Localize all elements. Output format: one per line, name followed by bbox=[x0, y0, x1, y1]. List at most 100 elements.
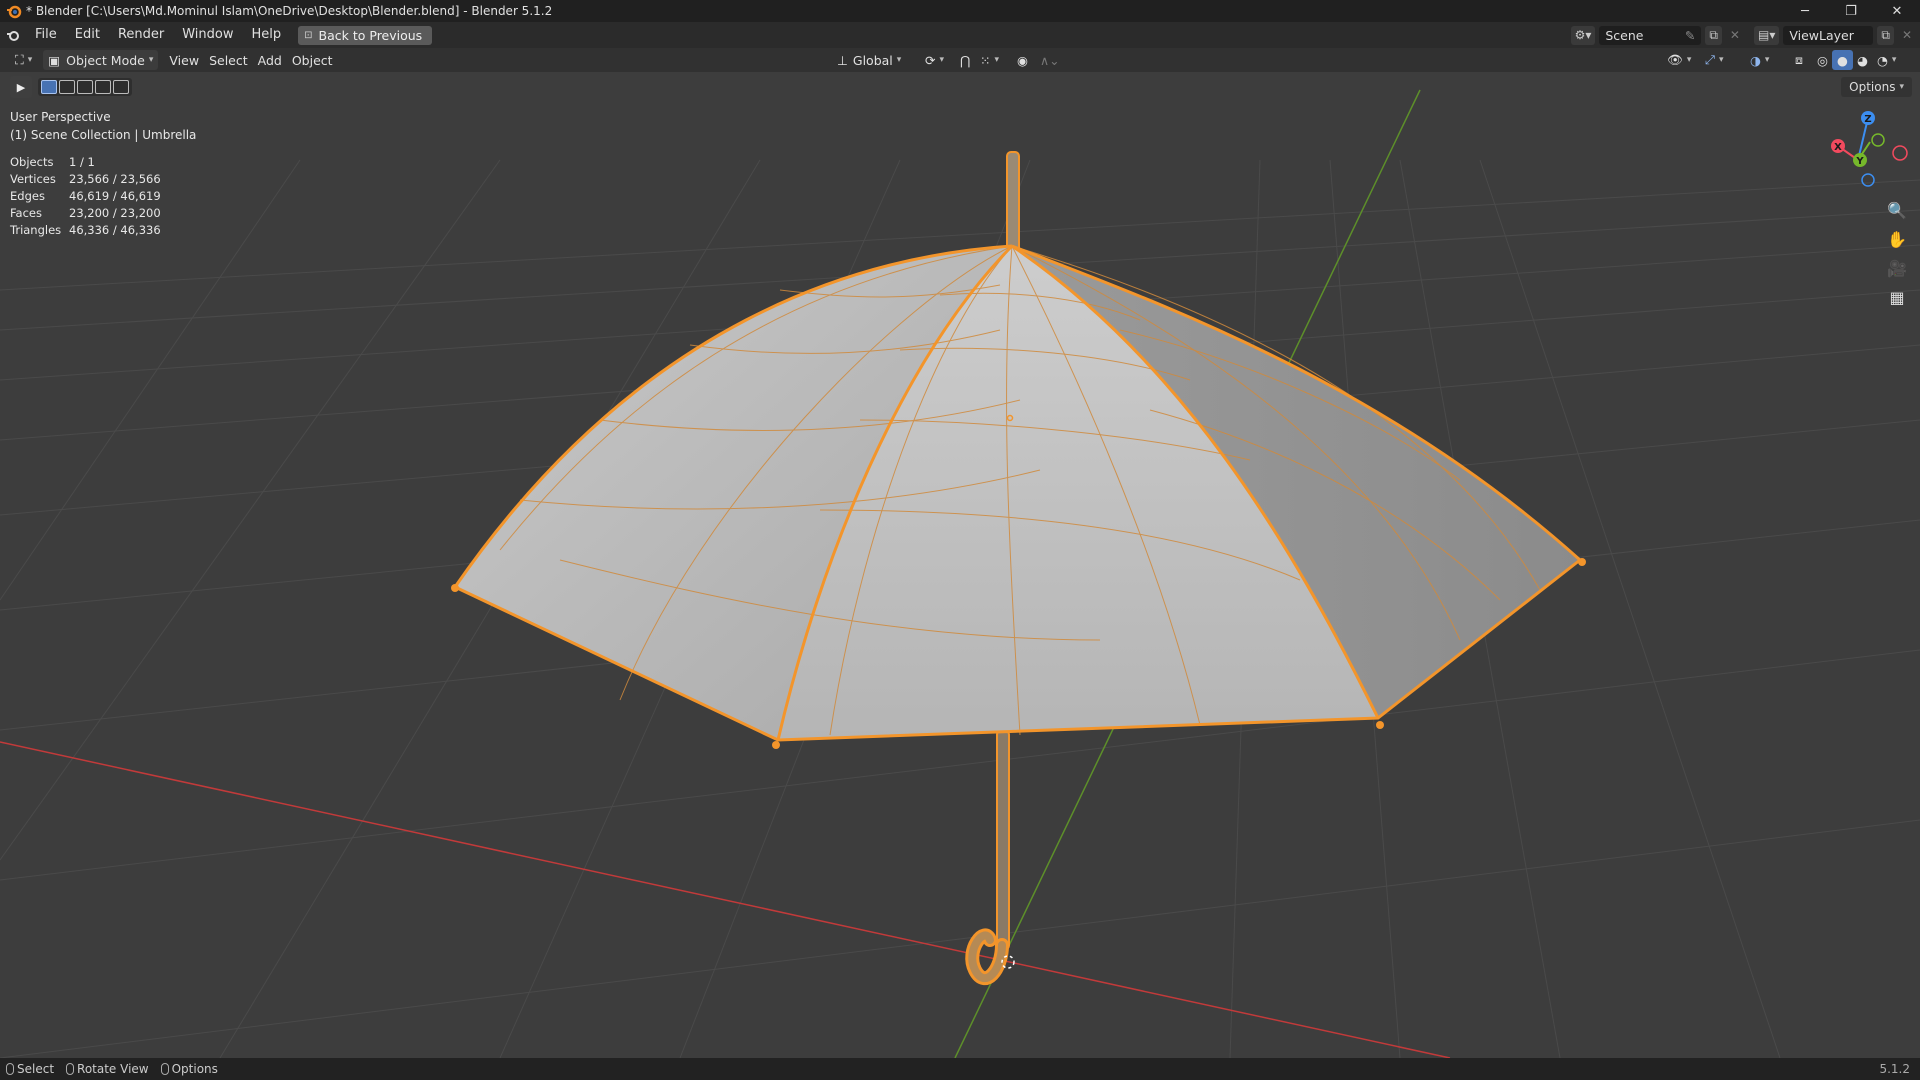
chevron-down-icon: ▾ bbox=[148, 55, 154, 65]
material-sphere-icon: ◕ bbox=[1857, 52, 1868, 68]
view-layer-name: ViewLayer bbox=[1789, 27, 1854, 43]
scene-name: Scene bbox=[1605, 27, 1644, 43]
gizmo-neg-x[interactable] bbox=[1892, 145, 1908, 161]
back-icon: ⊡ bbox=[304, 29, 313, 41]
menu-window[interactable]: Window bbox=[173, 22, 242, 48]
gizmo-icon: ⤢ bbox=[1705, 52, 1716, 67]
scene-browse-button[interactable]: ⚙▾ bbox=[1570, 25, 1596, 45]
snap-target-button[interactable]: ⁙ ▾ bbox=[975, 50, 1004, 70]
status-options-label: Options bbox=[171, 1062, 218, 1076]
overlay-icon: ◑ bbox=[1750, 52, 1761, 68]
status-bar: Select Rotate View Options 5.1.2 bbox=[0, 1058, 1920, 1080]
pin-icon[interactable]: ✎ bbox=[1685, 28, 1695, 43]
gizmo-neg-z[interactable] bbox=[1861, 173, 1875, 187]
mode-label: Object Mode bbox=[66, 52, 145, 68]
pan-button[interactable]: ✋ bbox=[1883, 225, 1911, 253]
pivot-icon: ⟳ bbox=[925, 52, 936, 68]
transform-orientation-dropdown[interactable]: ⊥ Global ▾ bbox=[832, 50, 906, 70]
mode-dropdown[interactable]: ▣ Object Mode ▾ bbox=[43, 50, 159, 70]
status-select: Select bbox=[6, 1062, 54, 1076]
select-subtract-icon[interactable] bbox=[77, 80, 93, 94]
stats-value: 46,619 / 46,619 bbox=[69, 188, 161, 203]
scene-icon: ⚙▾ bbox=[1574, 28, 1592, 42]
copy-icon: ⧉ bbox=[1881, 27, 1890, 42]
shading-material-button[interactable]: ◕ bbox=[1852, 50, 1873, 70]
stats-row: Edges 46,619 / 46,619 bbox=[10, 187, 161, 204]
editor-type-button[interactable]: ⛶ ▾ bbox=[10, 50, 37, 70]
ortho-toggle-button[interactable]: ▦ bbox=[1883, 283, 1911, 311]
view-layer-name-field[interactable]: ViewLayer bbox=[1783, 25, 1874, 45]
visibility-button[interactable]: 👁 ▾ bbox=[1662, 50, 1696, 70]
delete-scene-button[interactable]: ✕ bbox=[1726, 26, 1744, 45]
rendered-sphere-icon: ◔ bbox=[1877, 52, 1888, 68]
new-scene-button[interactable]: ⧉ bbox=[1705, 25, 1722, 45]
select-new-icon[interactable] bbox=[41, 80, 57, 94]
view-layer-browse-button[interactable]: ▤▾ bbox=[1753, 25, 1780, 45]
pivot-point-button[interactable]: ⟳ ▾ bbox=[920, 50, 949, 70]
back-to-previous-button[interactable]: ⊡ Back to Previous bbox=[298, 25, 433, 45]
select-invert-icon[interactable] bbox=[95, 80, 111, 94]
menu-help[interactable]: Help bbox=[243, 22, 291, 48]
menu-file[interactable]: File bbox=[26, 22, 66, 48]
close-button[interactable]: ✕ bbox=[1874, 0, 1920, 22]
wireframe-sphere-icon: ◎ bbox=[1817, 52, 1828, 68]
zoom-button[interactable]: 🔍 bbox=[1883, 196, 1911, 224]
xray-icon: ⧈ bbox=[1795, 52, 1803, 67]
minimize-button[interactable]: ─ bbox=[1782, 0, 1828, 22]
stats-value: 1 / 1 bbox=[69, 154, 95, 169]
hand-icon: ✋ bbox=[1887, 229, 1907, 249]
scene-name-field[interactable]: Scene ✎ bbox=[1599, 25, 1702, 45]
stats-row: Objects 1 / 1 bbox=[10, 153, 161, 170]
blender-menu-icon[interactable] bbox=[0, 27, 26, 43]
camera-view-button[interactable]: 🎥 bbox=[1883, 254, 1911, 282]
new-view-layer-button[interactable]: ⧉ bbox=[1877, 25, 1894, 45]
stats-label: Vertices bbox=[10, 171, 56, 186]
mouse-right-icon bbox=[160, 1063, 169, 1075]
stats-row: Triangles 46,336 / 46,336 bbox=[10, 221, 161, 238]
select-intersect-icon[interactable] bbox=[113, 80, 129, 94]
navigation-gizmo[interactable]: X Y Z bbox=[1820, 108, 1910, 188]
proportional-editing-toggle[interactable]: ◉ bbox=[1012, 50, 1033, 70]
back-to-previous-label: Back to Previous bbox=[318, 27, 423, 43]
gizmo-toggle[interactable]: ⤢ ▾ bbox=[1700, 50, 1729, 70]
window-title: * Blender [C:\Users\Md.Mominul Islam\One… bbox=[26, 4, 553, 18]
shading-solid-button[interactable]: ● bbox=[1832, 50, 1853, 70]
menu-add[interactable]: Add bbox=[253, 50, 287, 70]
select-extend-icon[interactable] bbox=[59, 80, 75, 94]
status-rotate-label: Rotate View bbox=[77, 1062, 149, 1076]
delete-view-layer-button[interactable]: ✕ bbox=[1898, 26, 1916, 45]
3d-viewport[interactable] bbox=[0, 72, 1920, 1058]
scene-statistics: Objects 1 / 1 Vertices 23,566 / 23,566 E… bbox=[10, 153, 161, 238]
overlay-toggle[interactable]: ◑ ▾ bbox=[1745, 50, 1774, 70]
maximize-button[interactable]: ❐ bbox=[1828, 0, 1874, 22]
magnet-icon: ⋂ bbox=[960, 52, 971, 68]
shading-wireframe-button[interactable]: ◎ bbox=[1812, 50, 1833, 70]
chevron-down-icon: ▾ bbox=[896, 55, 902, 65]
viewport-header: ⛶ ▾ ▣ Object Mode ▾ View Select Add Objec… bbox=[0, 48, 1920, 72]
solid-sphere-icon: ● bbox=[1837, 52, 1848, 68]
menu-render[interactable]: Render bbox=[109, 22, 173, 48]
camera-icon: 🎥 bbox=[1887, 258, 1907, 278]
gizmo-x-label: X bbox=[1834, 142, 1842, 153]
mouse-left-icon bbox=[6, 1063, 14, 1075]
falloff-button[interactable]: ∧⌄ bbox=[1035, 50, 1065, 70]
stats-row: Faces 23,200 / 23,200 bbox=[10, 204, 161, 221]
zoom-icon: 🔍 bbox=[1887, 200, 1907, 220]
menu-view[interactable]: View bbox=[164, 50, 204, 70]
shading-rendered-button[interactable]: ◔ ▾ bbox=[1872, 50, 1901, 70]
stats-value: 46,336 / 46,336 bbox=[69, 222, 161, 237]
menu-select[interactable]: Select bbox=[204, 50, 253, 70]
top-menu-bar: File Edit Render Window Help ⊡ Back to P… bbox=[0, 22, 1920, 48]
menu-edit[interactable]: Edit bbox=[66, 22, 109, 48]
proportional-icon: ◉ bbox=[1017, 52, 1028, 68]
title-bar: * Blender [C:\Users\Md.Mominul Islam\One… bbox=[0, 0, 1920, 22]
stats-label: Triangles bbox=[10, 222, 62, 237]
menu-object[interactable]: Object bbox=[287, 50, 338, 70]
status-rotate-view: Rotate View bbox=[66, 1062, 149, 1076]
gizmo-neg-y[interactable] bbox=[1871, 133, 1885, 147]
select-tool-button[interactable]: ▶ bbox=[10, 76, 32, 98]
snap-toggle[interactable]: ⋂ bbox=[955, 50, 975, 70]
xray-toggle[interactable]: ⧈ bbox=[1790, 50, 1808, 70]
options-dropdown[interactable]: Options ▾ bbox=[1841, 77, 1912, 97]
options-label: Options bbox=[1849, 80, 1896, 94]
